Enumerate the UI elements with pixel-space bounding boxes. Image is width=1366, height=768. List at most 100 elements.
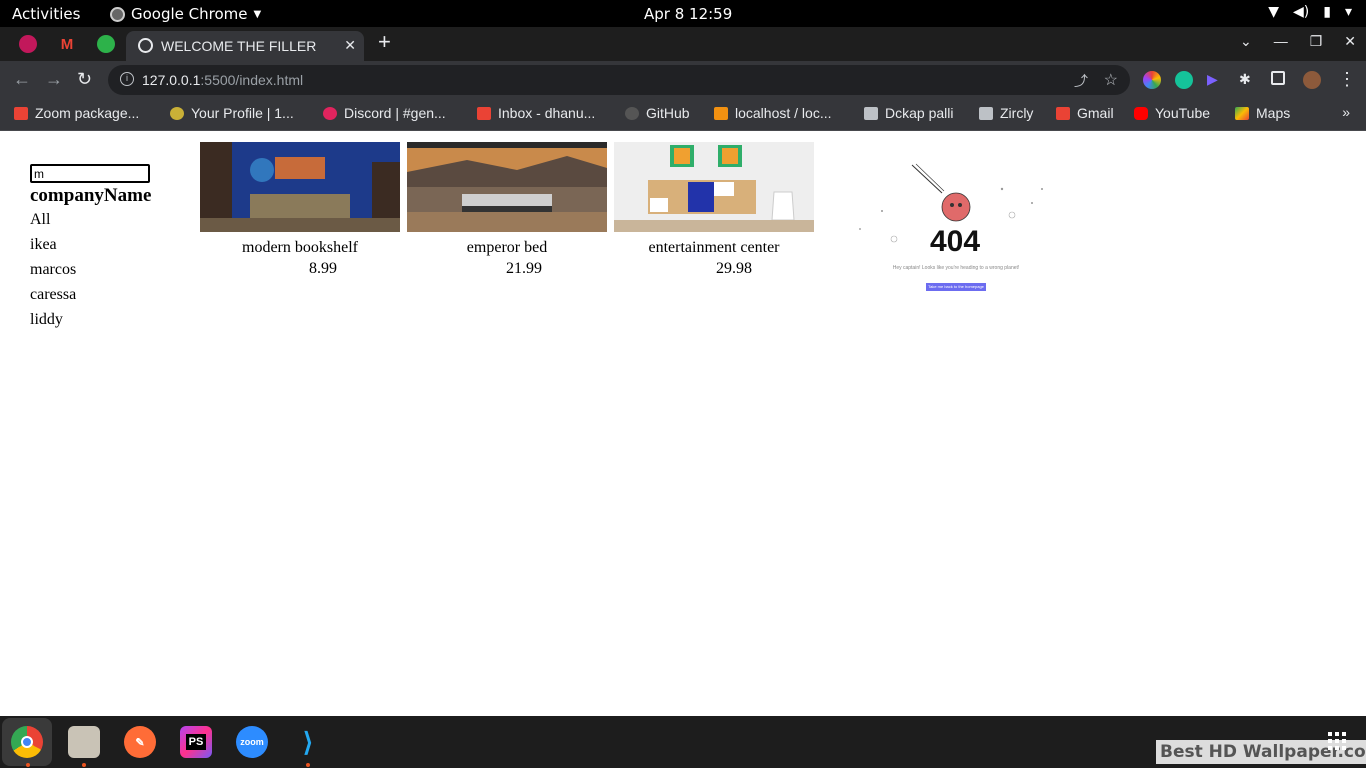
pinned-tab-gmail-icon[interactable]: M	[58, 35, 76, 53]
product-image-emperor-bed[interactable]	[407, 142, 607, 232]
url-text[interactable]: 127.0.0.1:5500/index.html	[142, 72, 303, 88]
bookmarks-bar: Zoom package... Your Profile | 1... Disc…	[0, 98, 1366, 131]
tab-search-icon[interactable]: ⌄	[1240, 33, 1252, 50]
running-indicator	[306, 763, 310, 767]
bookmark-item[interactable]: Maps	[1235, 105, 1290, 121]
profile-icon	[170, 106, 184, 120]
share-icon[interactable]: ⤴	[1074, 71, 1088, 91]
bookmark-item[interactable]: Discord | #gen...	[323, 105, 446, 121]
color-picker-extension-icon[interactable]	[1143, 71, 1161, 89]
running-indicator	[82, 763, 86, 767]
system-top-bar: Activities Google Chrome ▼ Apr 8 12:59 ▼…	[0, 0, 1366, 27]
volume-icon: ◀)	[1293, 4, 1310, 20]
phpmyadmin-icon	[714, 106, 728, 120]
zoom-icon[interactable]: zoom	[236, 726, 268, 758]
running-indicator	[26, 763, 30, 767]
bookmark-label: YouTube	[1155, 105, 1211, 121]
product-price: 8.99	[309, 260, 337, 277]
tab-strip: M WELCOME THE FILLER ✕	[0, 27, 1366, 61]
url-host: 127.0.0.1	[142, 72, 201, 88]
side-panel-icon[interactable]	[1271, 71, 1285, 85]
bookmark-label: Zoom package...	[35, 105, 140, 121]
bookmark-label: Your Profile | 1...	[191, 105, 294, 121]
bookmark-item[interactable]: Gmail	[1056, 105, 1114, 121]
filter-liddy[interactable]: liddy	[30, 311, 63, 329]
pinned-tab-discord-icon[interactable]	[19, 35, 37, 53]
bookmark-label: Zircly	[1000, 105, 1034, 121]
chrome-icon[interactable]	[11, 726, 43, 758]
files-icon[interactable]	[68, 726, 100, 758]
product-name: entertainment center	[648, 239, 780, 256]
folder-icon	[979, 106, 993, 120]
product-price: 21.99	[506, 260, 542, 277]
tab-title: WELCOME THE FILLER	[161, 38, 317, 54]
pinned-tab-grammarly-icon[interactable]	[97, 35, 115, 53]
gmail-icon	[1056, 106, 1070, 120]
gmail-icon	[477, 106, 491, 120]
battery-icon: ▮	[1323, 4, 1331, 20]
window-controls: ⌄ — ❐ ✕	[1240, 33, 1356, 50]
chrome-icon	[110, 6, 125, 22]
product-image-entertainment-center[interactable]	[614, 142, 814, 232]
bookmark-label: Discord | #gen...	[344, 105, 446, 121]
bookmark-item[interactable]: Dckap palli	[864, 105, 953, 121]
bookmarks-overflow-icon[interactable]: »	[1342, 104, 1350, 120]
minimize-icon[interactable]: —	[1274, 33, 1288, 50]
gmail-icon	[14, 106, 28, 120]
close-tab-icon[interactable]: ✕	[344, 37, 356, 54]
vscode-icon[interactable]: ⟩	[292, 726, 324, 758]
more-menu-icon[interactable]: ⋮	[1338, 69, 1356, 90]
zoom-label: zoom	[240, 737, 264, 747]
filter-heading: companyName	[30, 185, 152, 206]
activities-button[interactable]: Activities	[12, 5, 80, 23]
bookmark-label: Dckap palli	[885, 105, 954, 121]
back-icon[interactable]: ←	[13, 69, 31, 90]
reload-icon[interactable]: ↻	[77, 69, 92, 90]
caret-down-icon: ▼	[253, 8, 262, 20]
bookmark-star-icon[interactable]: ☆	[1104, 70, 1118, 90]
extensions-puzzle-icon[interactable]: ✱	[1239, 71, 1257, 89]
new-tab-button[interactable]: +	[378, 31, 391, 53]
bookmark-item[interactable]: localhost / loc...	[714, 105, 832, 121]
forward-icon[interactable]: →	[45, 69, 63, 90]
filter-marcos[interactable]: marcos	[30, 261, 76, 279]
dock: ✎ PS zoom ⟩ Best HD Wallpaper.com	[0, 716, 1366, 768]
bookmark-item[interactable]: Inbox - dhanu...	[477, 105, 595, 121]
search-input[interactable]	[30, 164, 150, 183]
bookmark-item[interactable]: Zoom package...	[14, 105, 139, 121]
address-bar[interactable]: i 127.0.0.1:5500/index.html ⤴ ☆	[108, 65, 1130, 95]
youtube-icon	[1134, 106, 1148, 120]
bookmark-item[interactable]: Zircly	[979, 105, 1033, 121]
postman-icon[interactable]: ✎	[124, 726, 156, 758]
maps-icon	[1235, 106, 1249, 120]
avatar[interactable]	[1303, 71, 1321, 89]
site-info-icon[interactable]: i	[120, 72, 134, 86]
phpstorm-icon[interactable]: PS	[180, 726, 212, 758]
show-apps-icon[interactable]	[1328, 732, 1346, 750]
product-price: 29.98	[716, 260, 752, 277]
filter-all[interactable]: All	[30, 211, 50, 229]
url-path: :5500/index.html	[200, 72, 304, 88]
bookmark-item[interactable]: YouTube	[1134, 105, 1210, 121]
filter-ikea[interactable]: ikea	[30, 236, 57, 254]
discord-icon	[323, 106, 337, 120]
close-window-icon[interactable]: ✕	[1344, 33, 1356, 50]
filter-caressa[interactable]: caressa	[30, 286, 76, 304]
chevron-down-icon: ▾	[1344, 4, 1352, 20]
system-tray[interactable]: ▼ ◀) ▮ ▾	[1268, 4, 1352, 20]
grammarly-extension-icon[interactable]	[1175, 71, 1193, 89]
folder-icon	[864, 106, 878, 120]
bookmark-item[interactable]: Your Profile | 1...	[170, 105, 294, 121]
app-menu-label: Google Chrome	[131, 5, 248, 23]
tab-active[interactable]: WELCOME THE FILLER ✕	[126, 31, 364, 61]
bookmark-label: Gmail	[1077, 105, 1114, 121]
github-icon	[625, 106, 639, 120]
maximize-icon[interactable]: ❐	[1310, 33, 1323, 50]
product-image-modern-bookshelf[interactable]	[200, 142, 400, 232]
product-name: emperor bed	[466, 239, 548, 256]
bookmark-item[interactable]: GitHub	[625, 105, 690, 121]
browser-toolbar: ← → ↻ i 127.0.0.1:5500/index.html ⤴ ☆ ▶ …	[0, 61, 1366, 98]
clock[interactable]: Apr 8 12:59	[644, 5, 732, 23]
app-menu[interactable]: Google Chrome ▼	[110, 5, 261, 23]
cursor-extension-icon[interactable]: ▶	[1207, 71, 1225, 89]
